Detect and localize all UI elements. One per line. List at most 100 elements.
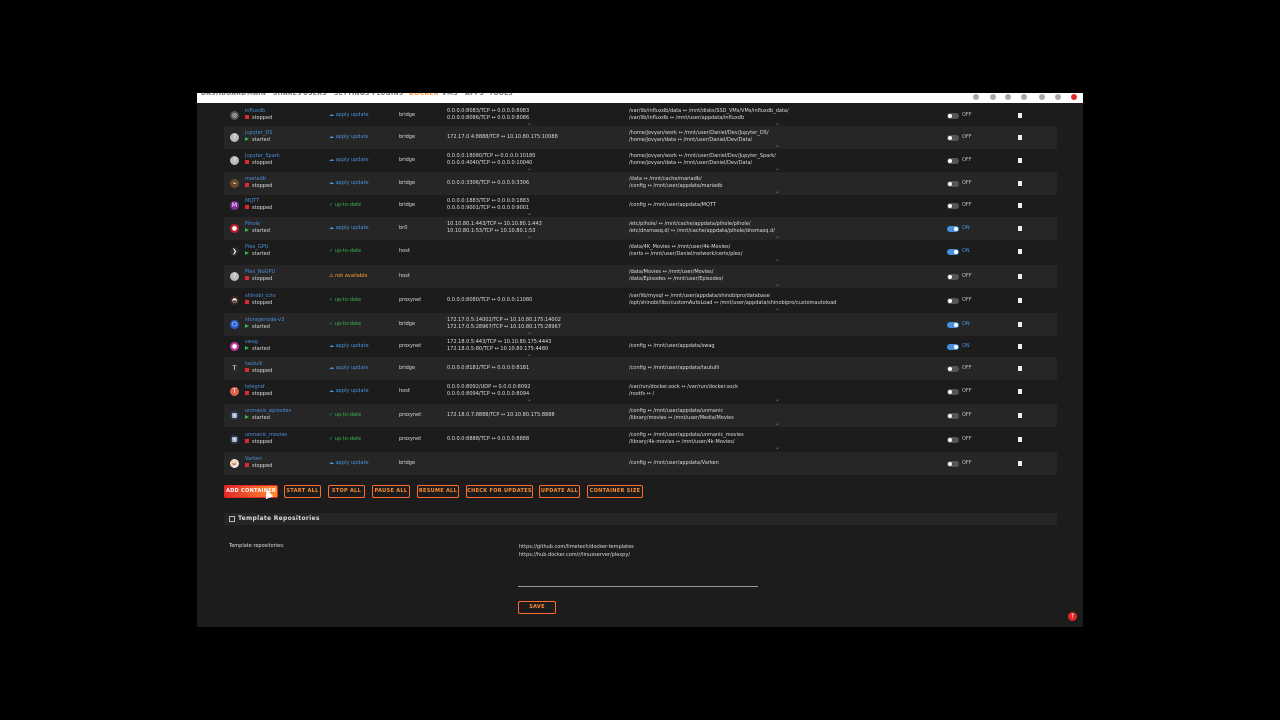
- nav-tab-apps[interactable]: APPS: [465, 93, 484, 97]
- chevron-down-icon[interactable]: ⌄: [527, 165, 532, 172]
- autostart-toggle[interactable]: [947, 273, 959, 280]
- nav-tab-tools[interactable]: TOOLS: [489, 93, 513, 97]
- volume-mapping: /config ↔ /mnt/user/appdata/mariadb: [629, 182, 723, 189]
- toolbar-icon[interactable]: [990, 94, 996, 100]
- table-row: ▦ unmanic_episodes started ✓ up-to-date prox…: [224, 404, 1057, 427]
- trash-icon[interactable]: [1018, 248, 1022, 254]
- trash-icon[interactable]: [1018, 460, 1022, 466]
- container-icon[interactable]: 🐷: [230, 458, 239, 468]
- trash-icon[interactable]: [1018, 180, 1022, 186]
- container-icon[interactable]: ▦: [230, 434, 239, 444]
- chevron-down-icon[interactable]: ⌄: [775, 305, 780, 312]
- toolbar-icon[interactable]: [1071, 94, 1077, 100]
- trash-icon[interactable]: [1018, 157, 1022, 163]
- container-icon[interactable]: T: [230, 386, 239, 396]
- chevron-down-icon[interactable]: ⌄: [775, 420, 780, 427]
- chevron-down-icon[interactable]: ⌄: [775, 396, 780, 403]
- trash-icon[interactable]: [1018, 436, 1022, 442]
- chevron-down-icon[interactable]: ⌄: [775, 256, 780, 263]
- nav-tab-shares[interactable]: SHARES: [273, 93, 302, 97]
- autostart-toggle[interactable]: [947, 134, 959, 141]
- container-icon[interactable]: ▦: [230, 410, 239, 420]
- chevron-down-icon[interactable]: ⌄: [775, 233, 780, 240]
- container-icon[interactable]: ⌁: [230, 178, 239, 188]
- check-for-updates-button[interactable]: CHECK FOR UPDATES: [466, 485, 533, 498]
- chevron-down-icon[interactable]: ⌄: [527, 233, 532, 240]
- trash-icon[interactable]: [1018, 112, 1022, 118]
- autostart-toggle[interactable]: [947, 412, 959, 419]
- container-size-button[interactable]: CONTAINER SIZE: [587, 485, 643, 498]
- trash-icon[interactable]: [1018, 365, 1022, 371]
- container-icon[interactable]: ◓: [230, 295, 239, 305]
- container-icon[interactable]: ●: [230, 341, 239, 351]
- autostart-toggle[interactable]: [947, 297, 959, 304]
- nav-tab-docker[interactable]: DOCKER: [409, 93, 439, 97]
- autostart-toggle[interactable]: [947, 388, 959, 395]
- toolbar-icon[interactable]: [973, 94, 979, 100]
- update-status[interactable]: ☁ apply update: [329, 134, 369, 142]
- update-status[interactable]: ☁ apply update: [329, 180, 369, 188]
- toolbar-icon[interactable]: [1039, 94, 1045, 100]
- toolbar-icon[interactable]: [1055, 94, 1061, 100]
- save-button[interactable]: SAVE: [518, 601, 556, 614]
- nav-tab-main[interactable]: MAIN: [247, 93, 266, 97]
- autostart-toggle[interactable]: [947, 321, 959, 328]
- trash-icon[interactable]: [1018, 321, 1022, 327]
- chevron-down-icon[interactable]: ⌄: [775, 142, 780, 149]
- container-icon[interactable]: ?: [230, 155, 239, 165]
- container-icon[interactable]: ?: [230, 132, 239, 142]
- chevron-down-icon[interactable]: ⌄: [775, 281, 780, 288]
- container-icon[interactable]: ?: [230, 271, 239, 281]
- update-status[interactable]: ☁ apply update: [329, 112, 369, 120]
- autostart-toggle[interactable]: [947, 157, 959, 164]
- trash-icon[interactable]: [1018, 388, 1022, 394]
- autostart-toggle[interactable]: [947, 436, 959, 443]
- autostart-toggle[interactable]: [947, 365, 959, 372]
- update-status[interactable]: ☁ apply update: [329, 157, 369, 165]
- autostart-toggle[interactable]: [947, 343, 959, 350]
- update-status[interactable]: ☁ apply update: [329, 365, 369, 373]
- nav-tab-dashboard[interactable]: DASHBOARD: [201, 93, 246, 97]
- chevron-down-icon[interactable]: ⌄: [527, 210, 532, 217]
- nav-tab-settings[interactable]: SETTINGS: [334, 93, 370, 97]
- container-icon[interactable]: ●: [230, 223, 239, 233]
- resume-all-button[interactable]: RESUME ALL: [417, 485, 459, 498]
- trash-icon[interactable]: [1018, 202, 1022, 208]
- container-icon[interactable]: M: [230, 200, 239, 210]
- trash-icon[interactable]: [1018, 412, 1022, 418]
- chevron-down-icon[interactable]: ⌄: [527, 396, 532, 403]
- chevron-down-icon[interactable]: ⌄: [775, 444, 780, 451]
- container-icon[interactable]: ❯: [230, 246, 239, 256]
- autostart-toggle[interactable]: [947, 225, 959, 232]
- update-status[interactable]: ☁ apply update: [329, 460, 369, 468]
- scroll-to-top-icon[interactable]: ↑: [1068, 612, 1077, 621]
- toolbar-icon[interactable]: [1021, 94, 1027, 100]
- container-icon[interactable]: ⬡: [230, 319, 239, 329]
- trash-icon[interactable]: [1018, 273, 1022, 279]
- update-all-button[interactable]: UPDATE ALL: [539, 485, 580, 498]
- autostart-toggle[interactable]: [947, 180, 959, 187]
- trash-icon[interactable]: [1018, 134, 1022, 140]
- update-status[interactable]: ☁ apply update: [329, 343, 369, 351]
- pause-all-button[interactable]: PAUSE ALL: [372, 485, 410, 498]
- nav-tab-users[interactable]: USERS: [303, 93, 327, 97]
- cloud-icon: ☁: [329, 179, 336, 186]
- trash-icon[interactable]: [1018, 297, 1022, 303]
- update-status[interactable]: ☁ apply update: [329, 388, 369, 396]
- autostart-toggle[interactable]: [947, 112, 959, 119]
- toolbar-icon[interactable]: [1005, 94, 1011, 100]
- template-repositories-textarea[interactable]: https://github.com/limetech/docker-templ…: [519, 543, 634, 559]
- container-icon[interactable]: ◎: [230, 110, 239, 120]
- update-status[interactable]: ☁ apply update: [329, 225, 369, 233]
- autostart-toggle[interactable]: [947, 202, 959, 209]
- autostart-toggle[interactable]: [947, 460, 959, 467]
- stop-all-button[interactable]: STOP ALL: [328, 485, 365, 498]
- nav-tab-vms[interactable]: VMS: [442, 93, 458, 97]
- container-icon[interactable]: T: [230, 363, 239, 373]
- chevron-down-icon[interactable]: ⌄: [775, 165, 780, 172]
- trash-icon[interactable]: [1018, 225, 1022, 231]
- trash-icon[interactable]: [1018, 343, 1022, 349]
- start-all-button[interactable]: START ALL: [284, 485, 321, 498]
- autostart-toggle[interactable]: [947, 248, 959, 255]
- nav-tab-plugins[interactable]: PLUGINS: [372, 93, 403, 97]
